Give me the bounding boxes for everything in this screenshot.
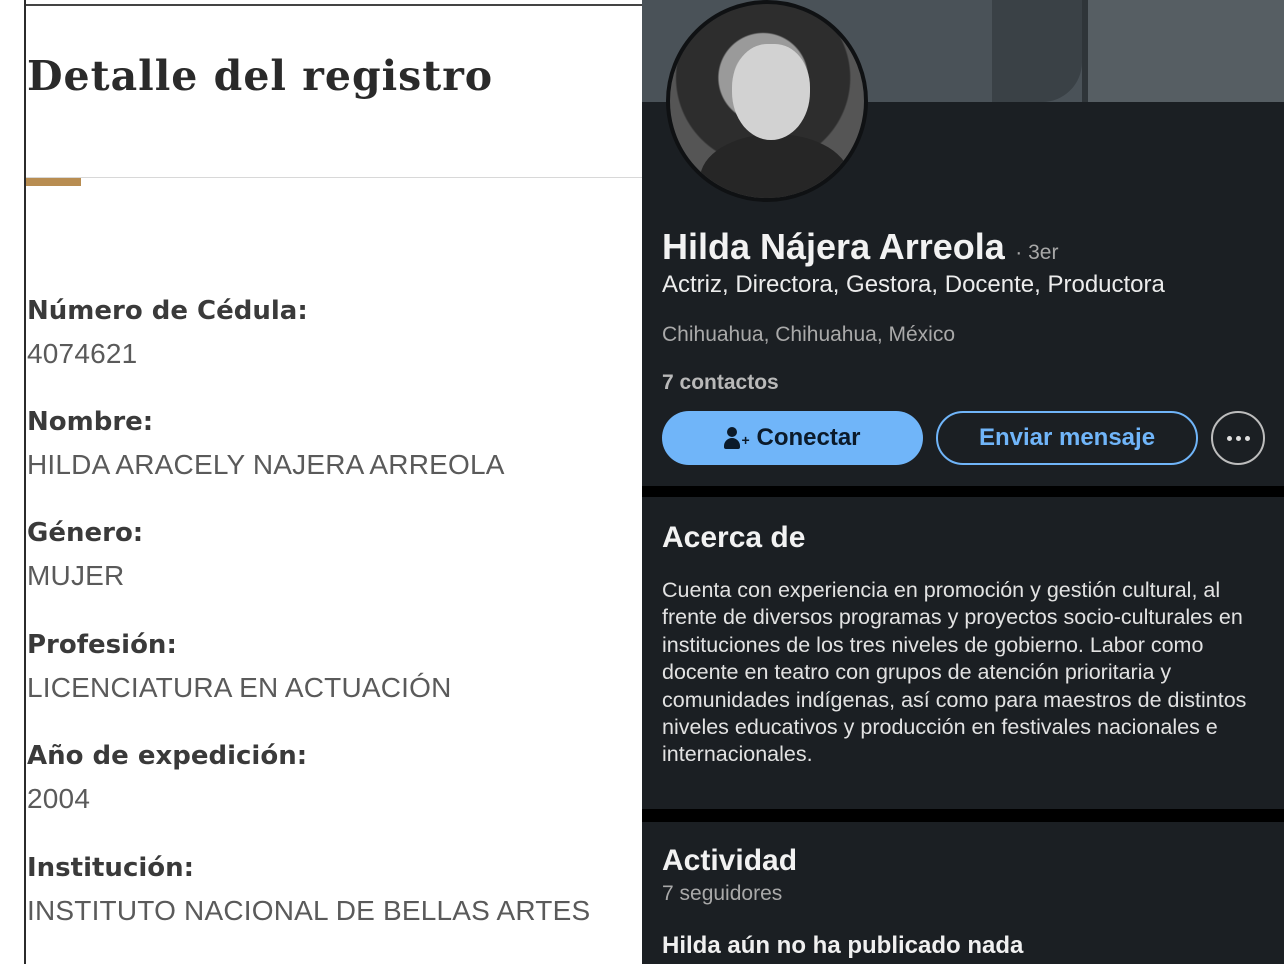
contacts-count[interactable]: 7 contactos <box>662 371 779 395</box>
field-label: Profesión: <box>27 630 177 660</box>
more-options-button[interactable] <box>1211 411 1265 465</box>
panel-left-border <box>24 0 26 964</box>
field-label: Institución: <box>27 853 195 883</box>
field-label: Nombre: <box>27 407 154 437</box>
followers-count[interactable]: 7 seguidores <box>662 882 782 906</box>
avatar-face <box>732 44 810 140</box>
field-profesion: Profesión: LICENCIATURA EN ACTUACIÓN <box>27 630 452 704</box>
avatar[interactable] <box>666 0 868 202</box>
field-institucion: Institución: INSTITUTO NACIONAL DE BELLA… <box>27 853 590 927</box>
field-genero: Género: MUJER <box>27 518 143 592</box>
connect-button[interactable]: + Conectar <box>662 411 923 465</box>
banner-shape <box>1082 0 1284 102</box>
avatar-body <box>700 134 850 198</box>
add-person-icon: + <box>724 426 750 450</box>
about-section: Acerca de Cuenta con experiencia en prom… <box>642 497 1284 809</box>
no-posts-message: Hilda aún no ha publicado nada <box>662 932 1024 959</box>
connection-degree: · 3er <box>1015 241 1059 264</box>
field-value: MUJER <box>27 560 125 591</box>
more-dots-icon <box>1226 435 1250 441</box>
field-label: Género: <box>27 518 144 548</box>
about-text: Cuenta con experiencia en promoción y ge… <box>662 578 1247 767</box>
send-message-label: Enviar mensaje <box>978 424 1156 451</box>
field-value: INSTITUTO NACIONAL DE BELLAS ARTES <box>27 895 591 926</box>
activity-section: Actividad 7 seguidores Hilda aún no ha p… <box>642 822 1284 964</box>
banner-shape <box>992 0 1082 102</box>
social-profile-panel: Hilda Nájera Arreola · 3er Actriz, Direc… <box>642 0 1284 964</box>
activity-title: Actividad <box>662 844 798 877</box>
title-divider-accent <box>26 178 81 186</box>
field-value: 4074621 <box>27 338 138 369</box>
page-title: Detalle del registro <box>27 52 494 100</box>
field-value: 2004 <box>27 783 91 814</box>
profile-headline: Actriz, Directora, Gestora, Docente, Pro… <box>662 271 1165 298</box>
field-value: HILDA ARACELY NAJERA ARREOLA <box>27 449 505 480</box>
field-cedula: Número de Cédula: 4074621 <box>27 296 308 370</box>
title-divider <box>26 177 642 178</box>
panel-top-border <box>24 4 642 6</box>
field-nombre: Nombre: HILDA ARACELY NAJERA ARREOLA <box>27 407 505 481</box>
profile-location: Chihuahua, Chihuahua, México <box>662 323 956 346</box>
connect-button-label: Conectar <box>756 424 861 451</box>
name-row: Hilda Nájera Arreola · 3er <box>662 226 1058 268</box>
registry-detail-panel: Detalle del registro Número de Cédula: 4… <box>0 0 642 964</box>
profile-name: Hilda Nájera Arreola <box>662 226 1005 267</box>
field-label: Número de Cédula: <box>27 296 308 326</box>
send-message-button[interactable]: Enviar mensaje <box>936 411 1198 465</box>
field-value: LICENCIATURA EN ACTUACIÓN <box>27 672 452 703</box>
field-label: Año de expedición: <box>27 741 308 771</box>
about-title: Acerca de <box>662 521 806 554</box>
field-anio-expedicion: Año de expedición: 2004 <box>27 741 307 815</box>
